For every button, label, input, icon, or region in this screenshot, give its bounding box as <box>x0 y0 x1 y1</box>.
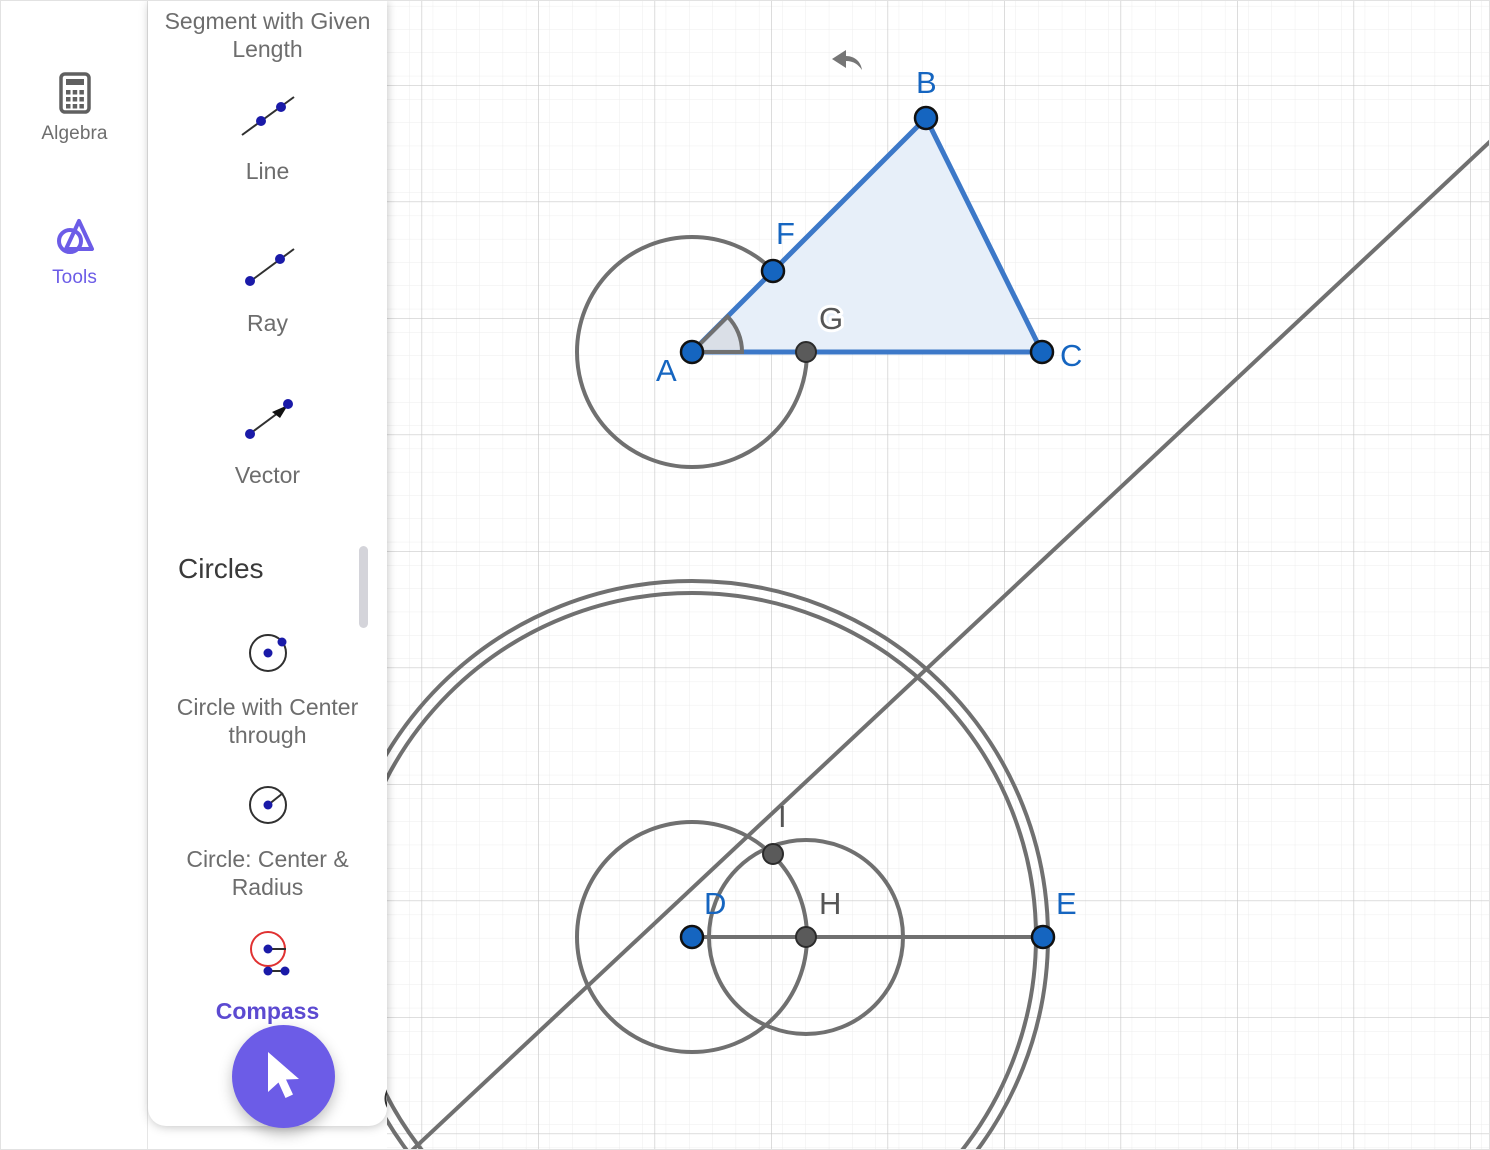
tool-item-line[interactable]: Line <box>156 87 379 185</box>
tool-item-circle-center-radius[interactable]: Circle: Center & Radius <box>156 775 379 901</box>
left-icon-rail: Algebra Tools <box>1 1 148 1149</box>
circle-center-through-icon <box>248 634 287 672</box>
geometry-objects[interactable]: A B C D E F G G H I <box>387 1 1490 1150</box>
point-i[interactable] <box>762 843 784 865</box>
point-label-d: D <box>704 886 726 921</box>
vector-tool-icon <box>244 399 293 439</box>
point-f[interactable] <box>760 258 786 284</box>
tools-scroll-container[interactable]: Segment with Given Length Line Ray Vecto… <box>148 1 387 1126</box>
point-g[interactable] <box>795 341 817 363</box>
tool-item-ray[interactable]: Ray <box>156 239 379 337</box>
tool-label-vector: Vector <box>234 462 301 488</box>
cursor-arrow-icon <box>268 1052 299 1098</box>
point-label-a: A <box>656 353 677 388</box>
tool-item-circle-center-through[interactable]: Circle with Center through <box>156 623 379 749</box>
circle-center-radius-icon <box>248 786 287 824</box>
point-label-f: F <box>776 216 795 251</box>
ray-tool-icon <box>244 248 295 286</box>
tools-scrollbar-thumb[interactable] <box>359 546 368 628</box>
undo-button[interactable] <box>822 37 870 85</box>
point-label-e: E <box>1056 886 1077 921</box>
point-label-c: C <box>1060 338 1082 373</box>
tool-label-compass: Compass <box>215 998 320 1024</box>
point-e[interactable] <box>1030 924 1056 950</box>
next-tool-partial-icon <box>384 1089 387 1108</box>
point-a[interactable] <box>679 339 705 365</box>
point-c[interactable] <box>1029 339 1055 365</box>
rail-item-label-algebra: Algebra <box>41 123 108 144</box>
geometry-tools-icon <box>56 219 94 254</box>
undo-arrow-icon <box>832 50 862 70</box>
point-label-g: G <box>819 301 843 336</box>
polygon-abc[interactable] <box>689 115 1045 355</box>
tool-item-compass[interactable]: Compass <box>156 927 379 1025</box>
geogebra-app-window: A B C D E F G G H I Algebra Tools Segmen… <box>0 0 1490 1150</box>
tool-label-circle-center-radius: Circle: Center & Radius <box>186 846 349 900</box>
line-tool-icon <box>240 96 295 136</box>
point-label-b: B <box>916 65 937 100</box>
tool-label-ray: Ray <box>247 310 288 336</box>
tools-panel: Segment with Given Length Line Ray Vecto… <box>148 1 387 1126</box>
tools-panel-header: Segment with Given Length <box>164 8 371 62</box>
point-label-i: I <box>778 799 787 834</box>
point-d[interactable] <box>679 924 705 950</box>
point-label-h: H <box>819 886 841 921</box>
point-b[interactable] <box>913 105 939 131</box>
move-tool-fab[interactable] <box>232 1025 335 1128</box>
rail-item-label-tools: Tools <box>52 267 97 288</box>
tool-item-vector[interactable]: Vector <box>156 391 379 489</box>
tool-label-circle-center-through: Circle with Center through <box>176 694 359 748</box>
graphics-canvas[interactable]: A B C D E F G G H I <box>387 1 1490 1150</box>
rail-item-tools[interactable]: Tools <box>1 215 148 289</box>
rail-item-algebra[interactable]: Algebra <box>1 71 148 145</box>
compass-tool-icon <box>249 931 289 976</box>
point-h[interactable] <box>795 926 817 948</box>
tool-group-title-circles: Circles <box>178 553 264 584</box>
tool-label-line: Line <box>245 158 290 184</box>
calculator-icon <box>58 72 91 114</box>
